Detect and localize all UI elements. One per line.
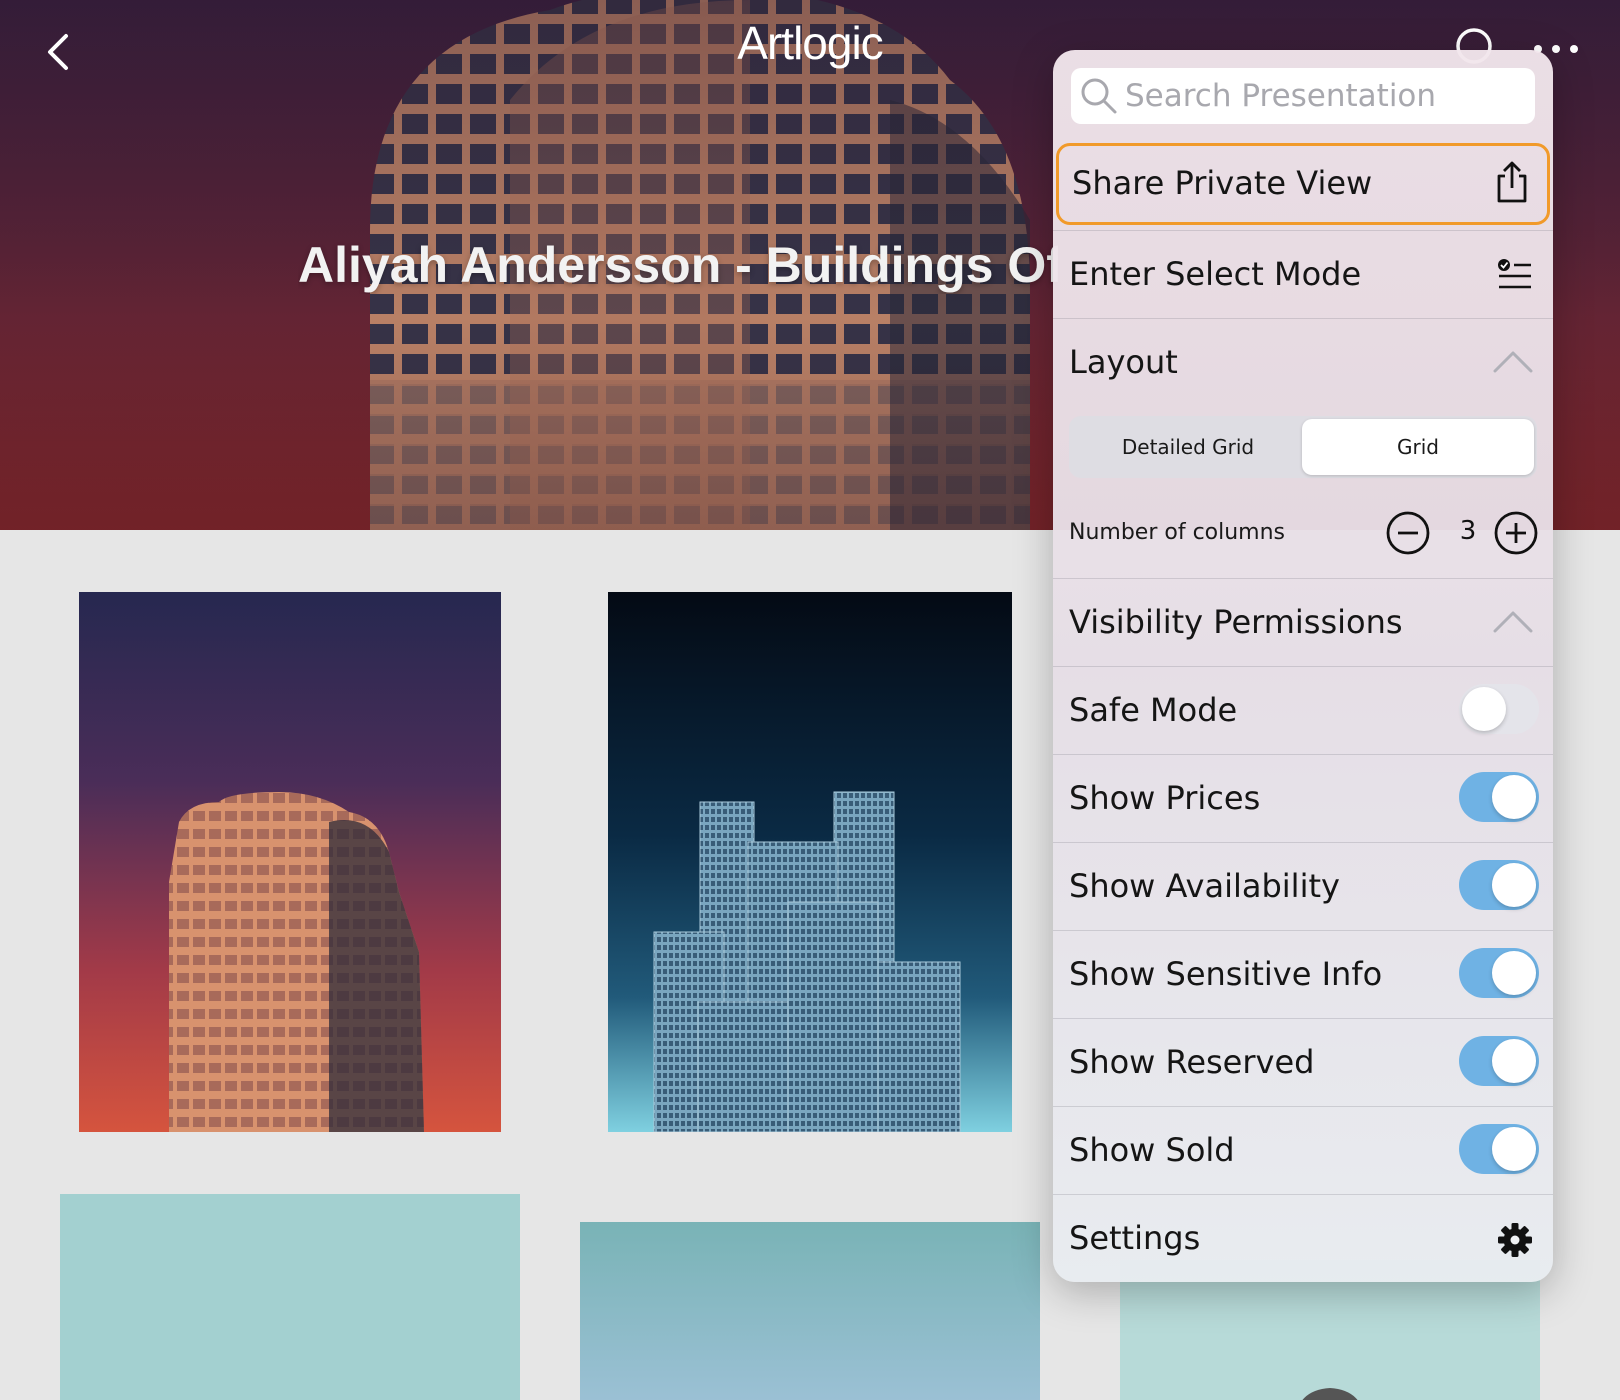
artwork-image — [653, 791, 961, 1132]
select-list-icon — [1498, 259, 1531, 289]
decrease-columns-button[interactable] — [1385, 510, 1431, 556]
share-icon — [1497, 161, 1527, 203]
show-sensitive-info-row: Show Sensitive Info — [1053, 930, 1553, 1018]
share-private-view-label: Share Private View — [1072, 164, 1373, 202]
toggle-knob — [1492, 1039, 1536, 1083]
show-reserved-toggle[interactable] — [1459, 1036, 1539, 1086]
artwork-thumbnail[interactable] — [580, 1222, 1040, 1400]
show-sold-label: Show Sold — [1069, 1131, 1235, 1169]
layout-option-detailed-grid[interactable]: Detailed Grid — [1072, 419, 1304, 475]
safe-mode-toggle[interactable] — [1459, 684, 1539, 734]
visibility-permissions-section: Visibility Permissions — [1053, 578, 1553, 666]
show-sensitive-info-label: Show Sensitive Info — [1069, 955, 1383, 993]
toggle-knob — [1492, 863, 1536, 907]
safe-mode-label: Safe Mode — [1069, 691, 1238, 729]
gear-icon — [1498, 1223, 1532, 1257]
enter-select-mode-label: Enter Select Mode — [1069, 255, 1362, 293]
show-reserved-label: Show Reserved — [1069, 1043, 1315, 1081]
number-of-columns-label: Number of columns — [1069, 520, 1286, 545]
show-prices-toggle[interactable] — [1459, 772, 1539, 822]
settings-label: Settings — [1069, 1219, 1201, 1257]
settings-button[interactable]: Settings — [1053, 1194, 1553, 1282]
safe-mode-row: Safe Mode — [1053, 666, 1553, 754]
show-sold-row: Show Sold — [1053, 1106, 1553, 1194]
minus-circle-icon — [1386, 511, 1430, 555]
layout-option-grid[interactable]: Grid — [1302, 419, 1534, 475]
plus-circle-icon — [1494, 511, 1538, 555]
toggle-knob — [1462, 687, 1506, 731]
show-sensitive-info-toggle[interactable] — [1459, 948, 1539, 998]
show-reserved-row: Show Reserved — [1053, 1018, 1553, 1106]
toggle-knob — [1492, 1127, 1536, 1171]
search-icon — [1081, 78, 1117, 114]
layout-segmented-control: Detailed Grid Grid — [1069, 416, 1537, 478]
artwork-thumbnail[interactable] — [79, 592, 501, 1132]
layout-section-title: Layout — [1069, 343, 1178, 381]
visibility-permissions-title: Visibility Permissions — [1069, 603, 1403, 641]
artwork-thumbnail[interactable] — [60, 1194, 520, 1400]
show-prices-label: Show Prices — [1069, 779, 1261, 817]
increase-columns-button[interactable] — [1493, 510, 1539, 556]
show-availability-row: Show Availability — [1053, 842, 1553, 930]
number-of-columns-value: 3 — [1459, 516, 1477, 546]
chevron-left-icon — [48, 34, 68, 70]
back-button[interactable] — [36, 28, 84, 76]
search-presentation-field[interactable] — [1071, 68, 1535, 124]
show-prices-row: Show Prices — [1053, 754, 1553, 842]
enter-select-mode-button[interactable]: Enter Select Mode — [1053, 230, 1553, 318]
toggle-knob — [1492, 951, 1536, 995]
show-availability-toggle[interactable] — [1459, 860, 1539, 910]
chevron-up-icon[interactable] — [1493, 609, 1533, 635]
show-availability-label: Show Availability — [1069, 867, 1340, 905]
artwork-thumbnail[interactable] — [608, 592, 1012, 1132]
toggle-knob — [1492, 775, 1536, 819]
artlogic-logo: Artlogic — [737, 17, 883, 69]
share-private-view-button[interactable]: Share Private View — [1056, 143, 1550, 225]
presentation-options-menu: Share Private View Enter Select Mode Lay… — [1053, 50, 1553, 1282]
search-presentation-input[interactable] — [1125, 74, 1525, 118]
artwork-image — [169, 792, 424, 1132]
chevron-up-icon[interactable] — [1493, 349, 1533, 375]
show-sold-toggle[interactable] — [1459, 1124, 1539, 1174]
presentation-title: Aliyah Andersson - Buildings Of — [298, 237, 1058, 293]
